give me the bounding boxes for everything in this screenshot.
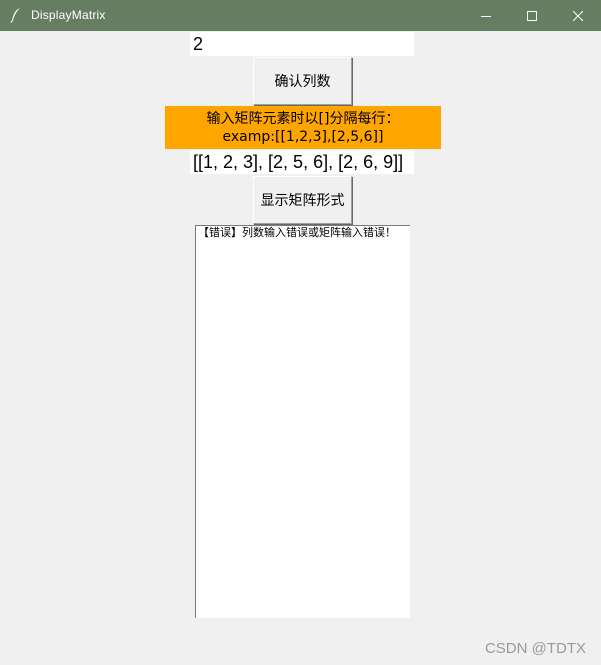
input-hint-label: 输入矩阵元素时以[]分隔每行： examp:[[1,2,3],[2,5,6]] [165, 106, 441, 149]
title-bar[interactable]: DisplayMatrix [0, 0, 601, 31]
window-title: DisplayMatrix [31, 8, 106, 22]
show-matrix-button[interactable]: 显示矩阵形式 [253, 176, 352, 224]
hint-line-1: 输入矩阵元素时以[]分隔每行： [206, 110, 400, 127]
window-client-area: 确认列数 输入矩阵元素时以[]分隔每行： examp:[[1,2,3],[2,5… [1, 31, 600, 664]
minimize-icon [481, 6, 491, 25]
watermark: CSDN @TDTX [484, 640, 586, 657]
feather-icon [9, 7, 23, 23]
maximize-icon [527, 6, 537, 25]
output-text-area[interactable]: 【错误】列数输入错误或矩阵输入错误！ [195, 225, 410, 618]
confirm-columns-button[interactable]: 确认列数 [253, 57, 352, 105]
close-icon [572, 6, 584, 25]
matrix-input[interactable] [190, 150, 414, 174]
maximize-button[interactable] [509, 0, 555, 31]
column-count-input[interactable] [190, 32, 414, 56]
close-button[interactable] [555, 0, 601, 31]
minimize-button[interactable] [463, 0, 509, 31]
hint-line-2: examp:[[1,2,3],[2,5,6]] [222, 128, 384, 145]
